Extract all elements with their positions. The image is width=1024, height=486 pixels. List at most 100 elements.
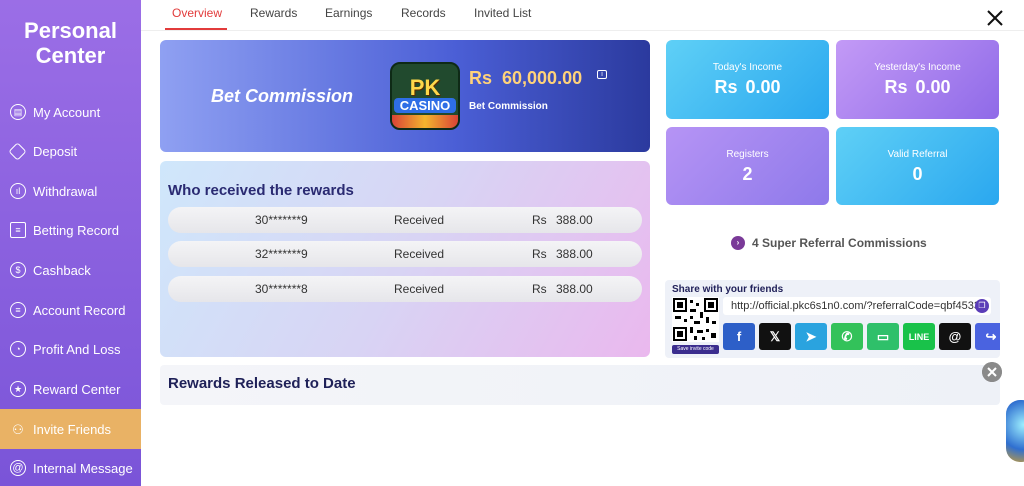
currency-label: Rs bbox=[469, 68, 493, 88]
reward-amount: 388.00 bbox=[556, 247, 593, 261]
message-icon: @ bbox=[10, 460, 26, 476]
sidebar-item-betting-record[interactable]: ≡ Betting Record bbox=[0, 210, 141, 250]
amount-value: 0.00 bbox=[915, 77, 951, 97]
stat-label: Today's Income bbox=[712, 62, 783, 73]
reward-amount: 388.00 bbox=[556, 282, 593, 296]
todays-income-card: Today's Income Rs 0.00 bbox=[666, 40, 829, 119]
sidebar-item-label: Betting Record bbox=[33, 222, 119, 238]
banner-subtitle: Bet Commission bbox=[469, 101, 548, 112]
account-icon: ▤ bbox=[10, 104, 26, 120]
stat-value: 2 bbox=[742, 164, 753, 184]
invite-friends-icon: ⚇ bbox=[12, 421, 24, 437]
floating-promo-icon[interactable] bbox=[1006, 400, 1024, 462]
rewards-title: Who received the rewards bbox=[168, 182, 354, 199]
sidebar-item-withdrawal[interactable]: ıl Withdrawal bbox=[0, 171, 141, 211]
sidebar-item-label: Profit And Loss bbox=[33, 341, 121, 357]
sidebar-item-label: Cashback bbox=[33, 262, 91, 278]
whatsapp-icon[interactable]: ✆ bbox=[831, 323, 863, 350]
line-icon[interactable]: LINE bbox=[903, 323, 935, 350]
reward-currency: Rs bbox=[532, 282, 547, 296]
reward-status: Received bbox=[394, 213, 445, 227]
tab-earnings[interactable]: Earnings bbox=[325, 6, 372, 20]
share-panel: Share with your friends Save invite code… bbox=[665, 280, 1000, 358]
share-title: Share with your friends bbox=[672, 284, 784, 295]
sidebar-item-profit-and-loss[interactable]: ◔ Profit And Loss bbox=[0, 329, 141, 369]
sidebar: Personal Center ▤ My Account Deposit ıl … bbox=[0, 0, 141, 486]
sidebar-item-my-account[interactable]: ▤ My Account bbox=[0, 92, 141, 132]
reward-user-id: 30*******8 bbox=[255, 282, 308, 296]
yesterdays-income-card: Yesterday's Income Rs 0.00 bbox=[836, 40, 999, 119]
reward-amount: 388.00 bbox=[556, 213, 593, 227]
reward-status: Received bbox=[394, 247, 445, 261]
stat-value: Rs 0.00 bbox=[836, 77, 999, 98]
amount-value: 0.00 bbox=[745, 77, 781, 97]
sidebar-title: Personal Center bbox=[0, 0, 141, 90]
sidebar-item-invite-friends[interactable]: ⚇ Invite Friends bbox=[0, 409, 141, 449]
reward-status: Received bbox=[394, 282, 445, 296]
bet-commission-amount: Rs 60,000.00 bbox=[469, 68, 582, 89]
tab-records[interactable]: Records bbox=[401, 6, 446, 20]
save-invite-code-button[interactable]: Save invite code bbox=[672, 345, 719, 354]
cashback-icon: $ bbox=[10, 262, 26, 278]
facebook-icon[interactable]: f bbox=[723, 323, 755, 350]
reward-row: 32*******9 Received Rs 388.00 bbox=[168, 241, 642, 267]
qr-code bbox=[672, 297, 719, 342]
reward-user-id: 30*******9 bbox=[255, 213, 308, 227]
sms-icon[interactable]: ▭ bbox=[867, 323, 899, 350]
betting-record-icon: ≡ bbox=[10, 222, 26, 238]
share-icon[interactable]: ↪ bbox=[975, 323, 1000, 350]
currency-label: Rs bbox=[884, 77, 908, 97]
sidebar-item-label: Internal Message bbox=[33, 460, 133, 476]
released-title: Rewards Released to Date bbox=[168, 375, 356, 392]
withdrawal-icon: ıl bbox=[10, 183, 26, 199]
super-referral-label: 4 Super Referral Commissions bbox=[752, 236, 927, 250]
super-referral-link[interactable]: › 4 Super Referral Commissions bbox=[731, 236, 927, 250]
reward-row: 30*******9 Received Rs 388.00 bbox=[168, 207, 642, 233]
sidebar-item-label: Withdrawal bbox=[33, 183, 98, 199]
profit-loss-icon: ◔ bbox=[10, 341, 26, 357]
sidebar-item-reward-center[interactable]: ★ Reward Center bbox=[0, 369, 141, 409]
reward-row: 30*******8 Received Rs 388.00 bbox=[168, 276, 642, 302]
pk-casino-logo: PK CASINO bbox=[390, 62, 460, 130]
chips-decoration bbox=[392, 115, 458, 128]
logo-text-bottom: CASINO bbox=[394, 98, 456, 113]
sidebar-title-line2: Center bbox=[35, 43, 106, 68]
sidebar-item-label: Deposit bbox=[33, 143, 78, 159]
sidebar-item-internal-message[interactable]: @ Internal Message bbox=[0, 448, 141, 486]
x-icon[interactable]: 𝕏 bbox=[759, 323, 791, 350]
currency-label: Rs bbox=[714, 77, 738, 97]
valid-referral-card: Valid Referral 0 bbox=[836, 127, 999, 205]
sidebar-item-label: Account Record bbox=[33, 302, 126, 318]
threads-icon[interactable]: @ bbox=[939, 323, 971, 350]
telegram-icon[interactable]: ➤ bbox=[795, 323, 827, 350]
sidebar-item-label: Invite Friends bbox=[33, 421, 112, 437]
reward-currency: Rs bbox=[532, 213, 547, 227]
copy-icon[interactable]: ❐ bbox=[975, 299, 989, 313]
reward-currency: Rs bbox=[532, 247, 547, 261]
close-icon[interactable] bbox=[984, 7, 1006, 29]
rewards-panel: Who received the rewards 30*******9 Rece… bbox=[160, 161, 650, 357]
close-icon[interactable] bbox=[982, 362, 1002, 382]
sidebar-item-account-record[interactable]: ≡ Account Record bbox=[0, 290, 141, 330]
stat-value: 0 bbox=[912, 164, 923, 184]
info-icon[interactable]: i bbox=[597, 70, 607, 79]
arrow-right-icon: › bbox=[731, 236, 745, 250]
deposit-icon bbox=[8, 141, 27, 161]
stat-value: Rs 0.00 bbox=[666, 77, 829, 98]
tab-overview[interactable]: Overview bbox=[172, 6, 222, 20]
registers-card: Registers 2 bbox=[666, 127, 829, 205]
referral-link-field[interactable]: http://official.pkc6s1n0.com/?referralCo… bbox=[723, 297, 991, 315]
tab-invited-list[interactable]: Invited List bbox=[474, 6, 531, 20]
amount-value: 60,000.00 bbox=[502, 68, 583, 88]
rewards-released-section: Rewards Released to Date bbox=[160, 365, 1000, 405]
sidebar-item-label: My Account bbox=[33, 104, 101, 120]
sidebar-item-deposit[interactable]: Deposit bbox=[0, 131, 141, 171]
sidebar-title-line1: Personal bbox=[24, 18, 117, 43]
active-tab-indicator bbox=[165, 28, 227, 30]
stat-label: Yesterday's Income bbox=[874, 62, 961, 73]
sidebar-item-cashback[interactable]: $ Cashback bbox=[0, 250, 141, 290]
tab-rewards[interactable]: Rewards bbox=[250, 6, 297, 20]
sidebar-item-label: Reward Center bbox=[33, 381, 121, 397]
bet-commission-banner: Bet Commission PK CASINO Rs 60,000.00 i B… bbox=[160, 40, 650, 152]
reward-user-id: 32*******9 bbox=[255, 247, 308, 261]
